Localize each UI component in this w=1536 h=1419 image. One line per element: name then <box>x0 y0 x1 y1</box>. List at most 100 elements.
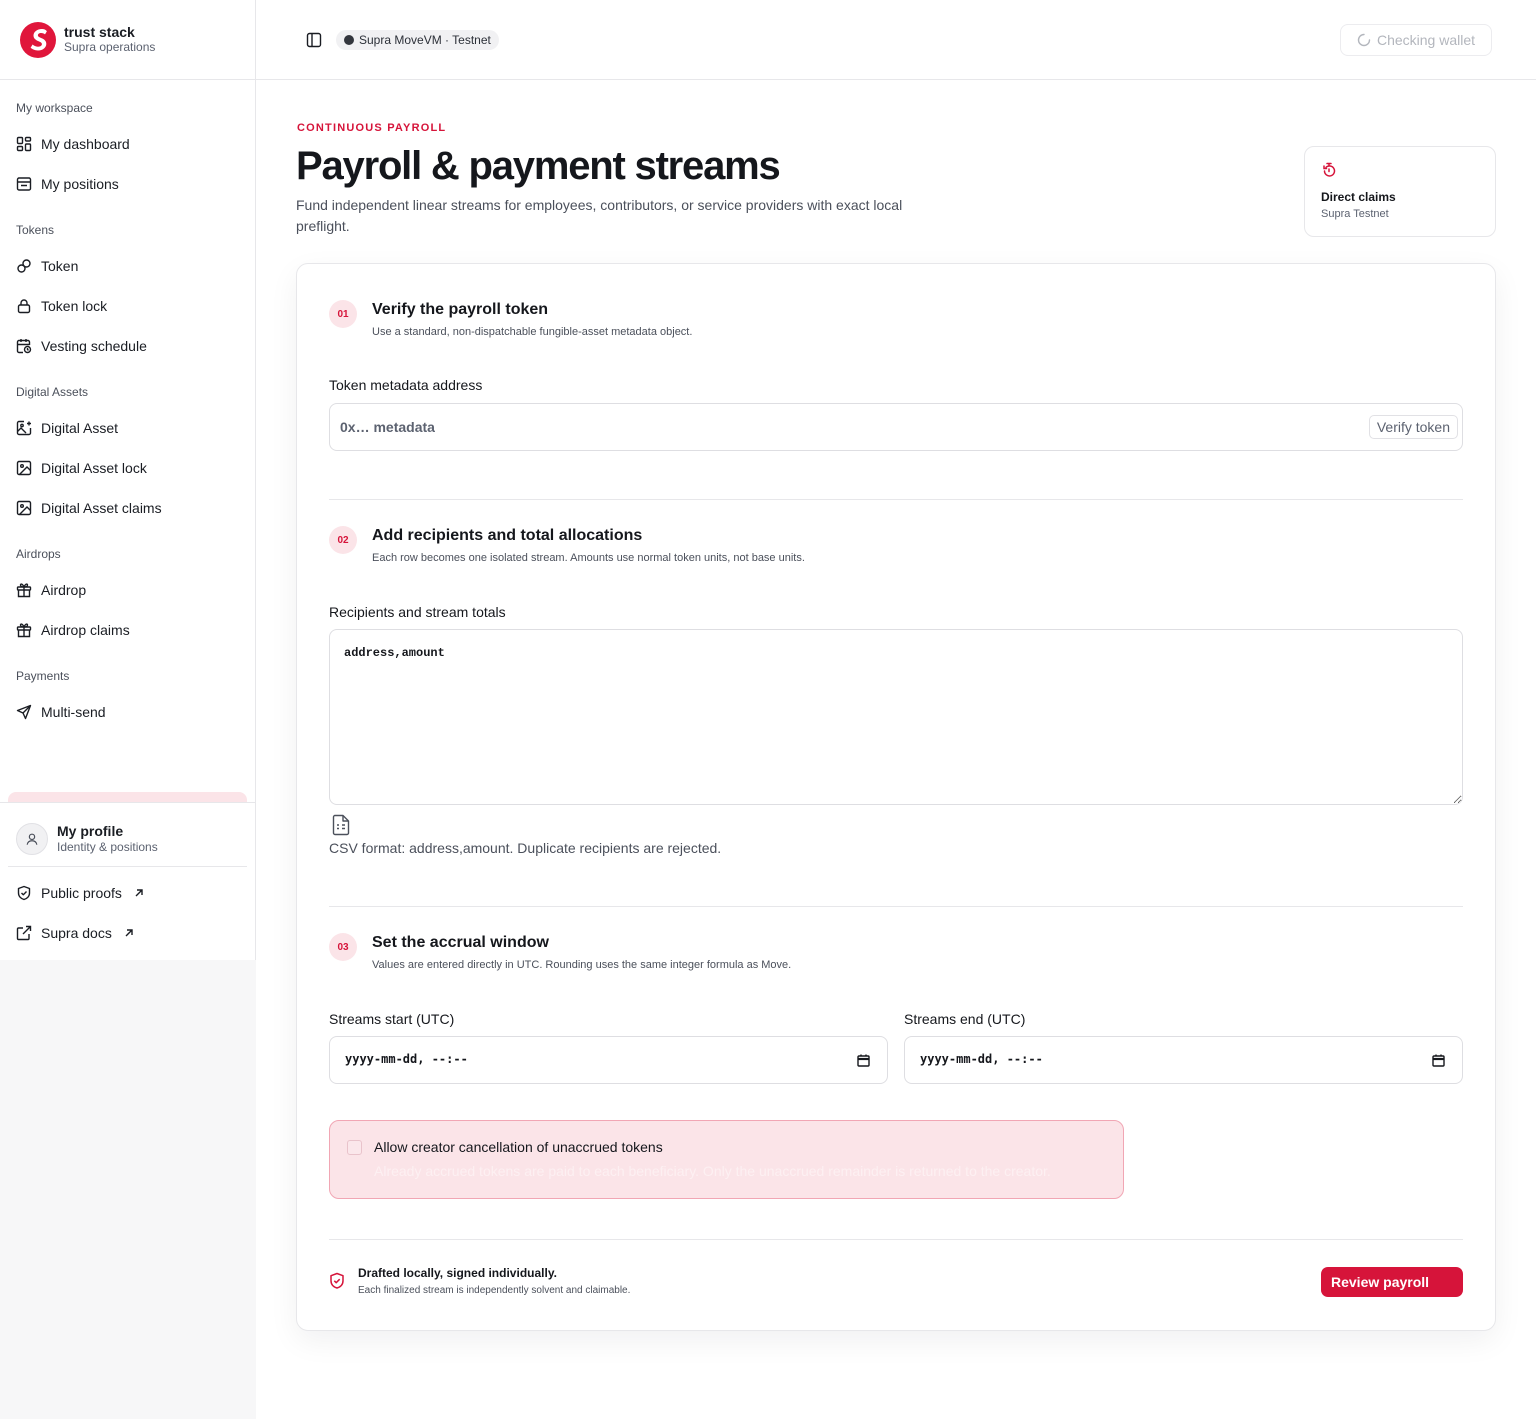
sidebar-item-label: Airdrop claims <box>41 622 130 638</box>
claims-card-title: Direct claims <box>1321 190 1396 204</box>
nav-heading: Tokens <box>16 223 55 237</box>
streams-end-input[interactable]: yyyy-mm-dd, --:-- <box>904 1036 1463 1084</box>
top-bar: Supra MoveVM · Testnet Checking wallet <box>256 0 1536 80</box>
sidebar-item-digital-asset-claims[interactable]: Digital Asset claims <box>8 490 247 526</box>
timer-icon <box>1323 162 1336 177</box>
footer-description: Each finalized stream is independently s… <box>358 1285 631 1296</box>
calendar-icon[interactable] <box>857 1054 870 1067</box>
streams-start-input[interactable]: yyyy-mm-dd, --:-- <box>329 1036 888 1084</box>
nav-section-digital-assets: Digital Assets Digital Asset Digital Ass… <box>0 384 255 526</box>
wallet-button[interactable]: Checking wallet <box>1340 24 1492 56</box>
sidebar-item-label: Digital Asset claims <box>41 500 162 516</box>
step-title: Add recipients and total allocations <box>372 527 643 544</box>
sidebar-item-label: Airdrop <box>41 582 87 598</box>
lock-icon <box>17 299 31 314</box>
calendar-clock-icon <box>16 339 32 354</box>
token-address-input[interactable] <box>340 404 1340 450</box>
sidebar-item-my-positions[interactable]: My positions <box>8 166 247 202</box>
cancellation-checkbox[interactable] <box>347 1140 362 1155</box>
sidebar-item-airdrop-claims[interactable]: Airdrop claims <box>8 612 247 648</box>
payroll-form: 01 Verify the payroll token Use a standa… <box>296 263 1496 1331</box>
image-icon <box>16 500 32 516</box>
nav-heading: Payments <box>16 669 70 683</box>
sidebar-item-digital-asset[interactable]: Digital Asset <box>8 410 247 446</box>
sidebar-item-active-highlight[interactable] <box>8 792 247 802</box>
page-eyebrow: CONTINUOUS PAYROLL <box>297 122 447 134</box>
sidebar-item-vesting-schedule[interactable]: Vesting schedule <box>8 328 247 364</box>
sidebar-links: Public proofs Supra docs <box>0 875 255 951</box>
positions-icon <box>16 177 32 191</box>
csv-format-hint: CSV format: address,amount. Duplicate re… <box>329 840 722 856</box>
token-address-field: Verify token <box>329 403 1463 451</box>
sidebar: trust stack Supra operations My workspac… <box>0 0 256 1419</box>
sidebar-item-my-dashboard[interactable]: My dashboard <box>8 126 247 162</box>
profile-name: My profile <box>57 822 124 839</box>
sidebar-item-label: Digital Asset <box>41 420 119 436</box>
arrow-up-right-icon <box>125 929 133 937</box>
network-badge: Supra MoveVM · Testnet <box>336 30 499 50</box>
step-title: Verify the payroll token <box>372 301 549 318</box>
token-address-label: Token metadata address <box>329 377 483 393</box>
avatar <box>16 822 48 855</box>
brand-title: trust stack <box>64 24 135 40</box>
sidebar-item-airdrop[interactable]: Airdrop <box>8 572 247 608</box>
step-description: Use a standard, non-dispatchable fungibl… <box>372 326 693 338</box>
recipients-label: Recipients and stream totals <box>329 604 506 620</box>
gift-icon <box>16 583 32 598</box>
sidebar-link-public-proofs[interactable]: Public proofs <box>8 875 247 911</box>
sidebar-panel: trust stack Supra operations My workspac… <box>0 0 256 960</box>
profile-menu[interactable]: My profile Identity & positions <box>8 811 247 867</box>
sidebar-item-label: Digital Asset lock <box>41 460 147 476</box>
nav-section-airdrops: Airdrops Airdrop Airdrop claims <box>0 546 255 648</box>
shield-check-icon <box>17 885 31 901</box>
claims-card-subtitle: Supra Testnet <box>1321 208 1389 220</box>
sidebar-item-digital-asset-lock[interactable]: Digital Asset lock <box>8 450 247 486</box>
sidebar-item-label: Multi-send <box>41 704 106 720</box>
nav-heading: Digital Assets <box>16 385 89 399</box>
sidebar-item-token-lock[interactable]: Token lock <box>8 288 247 324</box>
section-divider <box>329 906 1463 907</box>
image-plus-icon <box>16 420 32 436</box>
brand-logo-icon <box>20 21 56 58</box>
streams-start-value: yyyy-mm-dd, --:-- <box>345 1052 468 1066</box>
shield-check-icon <box>330 1272 344 1289</box>
sidebar-item-label: Token <box>41 258 79 274</box>
nav-section-workspace: My workspace My dashboard My positions <box>0 100 255 202</box>
verify-token-button[interactable]: Verify token <box>1368 415 1458 439</box>
sidebar-toggle-button[interactable] <box>304 30 324 50</box>
streams-end-value: yyyy-mm-dd, --:-- <box>920 1052 1043 1066</box>
sidebar-item-multi-send[interactable]: Multi-send <box>8 694 247 730</box>
dashboard-icon <box>16 136 32 152</box>
streams-end-label: Streams end (UTC) <box>904 1011 1026 1027</box>
arrow-up-right-icon <box>135 889 143 897</box>
sidebar-item-token[interactable]: Token <box>8 248 247 284</box>
cancellation-label[interactable]: Allow creator cancellation of unaccrued … <box>374 1139 663 1155</box>
sidebar-item-label: Public proofs <box>41 885 122 901</box>
sidebar-item-label: Supra docs <box>41 925 112 941</box>
page-title: Payroll & payment streams <box>296 144 781 188</box>
image-icon <box>16 460 32 476</box>
review-payroll-button[interactable]: Review payroll <box>1321 1267 1463 1297</box>
step-number-badge: 03 <box>329 933 357 961</box>
brand[interactable]: trust stack Supra operations <box>0 0 255 80</box>
cancellation-description: Already accrued tokens are paid to each … <box>374 1163 1051 1179</box>
cancellation-option: Allow creator cancellation of unaccrued … <box>329 1120 1124 1199</box>
section-divider <box>329 1239 1463 1240</box>
recipients-textarea[interactable]: address,amount <box>329 629 1463 805</box>
sidebar-footer: My profile Identity & positions Public p… <box>0 802 255 960</box>
sidebar-item-label: My positions <box>41 176 119 192</box>
sidebar-link-supra-docs[interactable]: Supra docs <box>8 915 247 951</box>
user-icon <box>26 833 38 845</box>
step-title: Set the accrual window <box>372 934 549 951</box>
wallet-status: Checking wallet <box>1376 32 1476 48</box>
nav-section-tokens: Tokens Token Token lock Vesting schedule <box>0 222 255 364</box>
step-description: Values are entered directly in UTC. Roun… <box>372 959 792 971</box>
external-link-icon <box>16 925 32 941</box>
calendar-icon[interactable] <box>1432 1054 1445 1067</box>
file-spreadsheet-icon[interactable] <box>331 814 351 836</box>
direct-claims-card: Direct claims Supra Testnet <box>1304 146 1496 237</box>
step-number-badge: 02 <box>329 526 357 554</box>
sidebar-item-label: My dashboard <box>41 136 130 152</box>
network-label: Supra MoveVM · Testnet <box>359 33 491 47</box>
sidebar-item-label: Token lock <box>41 298 108 314</box>
